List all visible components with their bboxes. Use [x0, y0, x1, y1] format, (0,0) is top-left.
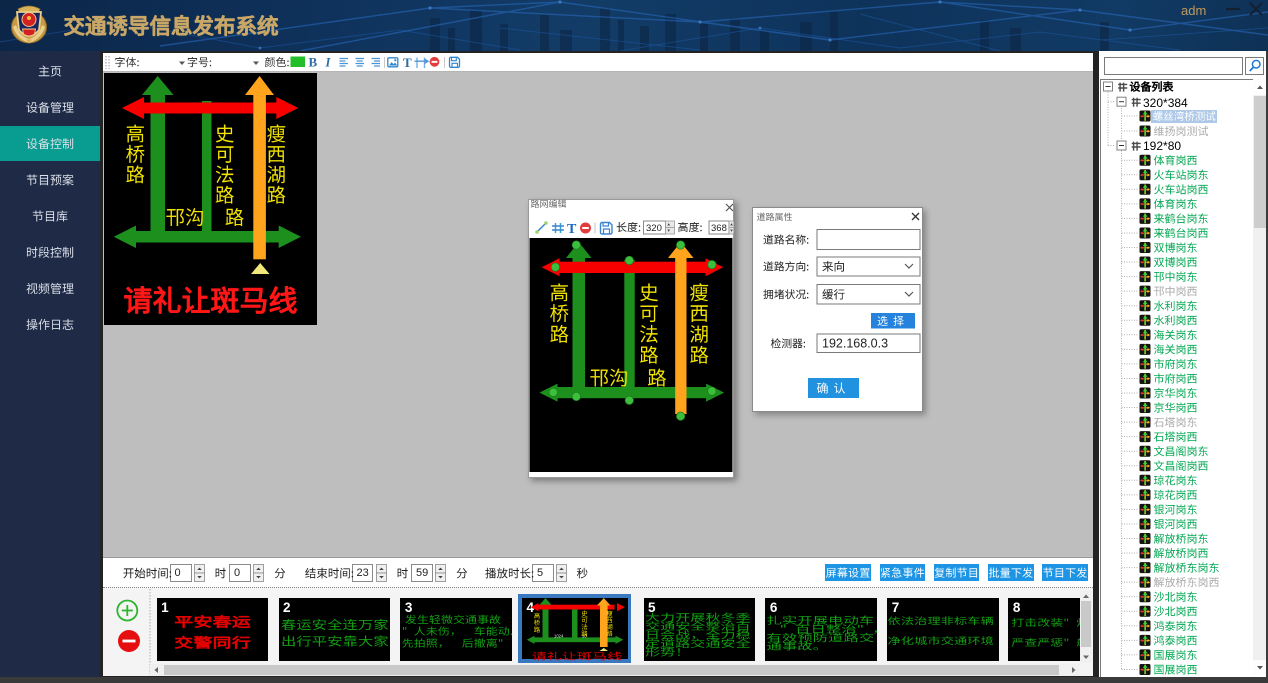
svg-text:30: 30 — [582, 633, 587, 638]
svg-text:1024: 1024 — [554, 633, 564, 638]
svg-text:I: I — [325, 56, 332, 70]
svg-text:B: B — [309, 55, 318, 70]
svg-text:192.168.0.3: 192.168.0.3 — [822, 337, 888, 351]
svg-text:T: T — [567, 222, 577, 237]
svg-text:320: 320 — [646, 223, 662, 234]
svg-text:368: 368 — [711, 223, 727, 234]
svg-text:T: T — [403, 55, 412, 70]
